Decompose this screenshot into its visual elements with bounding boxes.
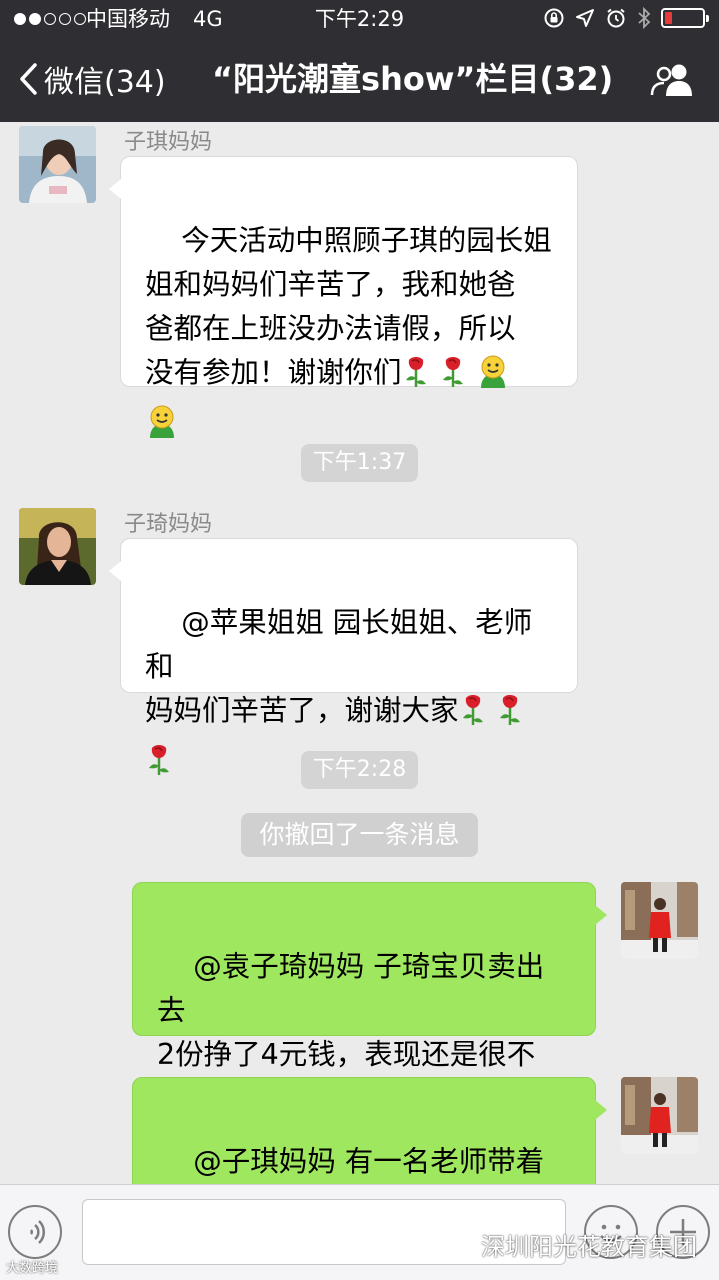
- signal-strength-icon: [14, 13, 86, 25]
- status-time: 下午2:29: [314, 7, 405, 31]
- message-text: @子琪妈妈 有一名老师带着子 琪，卖的很开心，老师也一直: [193, 1145, 545, 1178]
- voice-icon: [29, 1220, 46, 1244]
- back-button[interactable]: 微信(34): [18, 56, 166, 102]
- rose-emoji-icon: [439, 356, 467, 401]
- my-avatar[interactable]: [621, 1077, 698, 1154]
- voice-button[interactable]: [8, 1205, 62, 1259]
- rose-emoji-icon: [496, 694, 524, 739]
- carrier-name: 中国移动: [86, 7, 170, 31]
- rose-emoji-icon: [459, 694, 487, 739]
- orientation-lock-icon: [544, 8, 564, 28]
- network-type: 4G: [193, 7, 223, 31]
- sender-name: 子琦妈妈: [124, 512, 213, 537]
- watermark-text: 深圳阳光花教育集团: [481, 1233, 697, 1261]
- alarm-icon: [607, 8, 625, 28]
- chat-area[interactable]: 子琪妈妈 今天活动中照顾子琪的园长姐 姐和妈妈们辛苦了，我和她爸 爸都在上班没办…: [0, 122, 719, 1184]
- message-bubble[interactable]: @袁子琦妈妈 子琦宝贝卖出去 2份挣了4元钱，表现还是很不 错的！: [132, 882, 607, 1115]
- bluetooth-icon: [638, 6, 651, 30]
- smiley-emoji-icon: [476, 354, 510, 401]
- back-label: 微信(34): [44, 65, 166, 100]
- message-bubble[interactable]: @子琪妈妈 有一名老师带着子 琪，卖的很开心，老师也一直: [132, 1077, 607, 1184]
- status-bar: 中国移动 4G 下午2:29: [0, 0, 719, 38]
- chevron-left-icon: [20, 63, 37, 95]
- my-avatar[interactable]: [621, 882, 698, 959]
- rose-emoji-icon: [145, 744, 173, 789]
- wechat-logo-icon: [442, 1231, 473, 1256]
- group-members-icon[interactable]: [649, 62, 697, 98]
- message-bubble[interactable]: 今天活动中照顾子琪的园长姐 姐和妈妈们辛苦了，我和她爸 爸都在上班没办法请假，所…: [109, 156, 578, 438]
- message-bubble[interactable]: @苹果姐姐 园长姐姐、老师和 妈妈们辛苦了，谢谢大家: [109, 538, 578, 775]
- watermark-left: 大数跨境: [6, 1261, 59, 1276]
- battery-icon: [661, 8, 709, 28]
- recall-notice: 你撤回了一条消息: [241, 813, 478, 857]
- timestamp: 下午1:37: [300, 444, 419, 482]
- smiley-emoji-icon: [145, 404, 179, 451]
- input-toolbar: 深圳阳光花教育集团 大数跨境: [0, 1184, 719, 1280]
- avatar[interactable]: [19, 508, 96, 585]
- location-arrow-icon: [576, 9, 594, 27]
- sender-name: 子琪妈妈: [124, 130, 213, 155]
- rose-emoji-icon: [402, 356, 430, 401]
- watermark: 深圳阳光花教育集团: [441, 1227, 697, 1262]
- avatar[interactable]: [19, 126, 96, 203]
- timestamp: 下午2:28: [300, 751, 419, 789]
- top-bar: 中国移动 4G 下午2:29 微信(34) “阳光潮童show”栏目(32): [0, 0, 719, 122]
- nav-bar: 微信(34) “阳光潮童show”栏目(32): [0, 38, 719, 122]
- chat-title: “阳光潮童show”栏目(32): [212, 60, 614, 98]
